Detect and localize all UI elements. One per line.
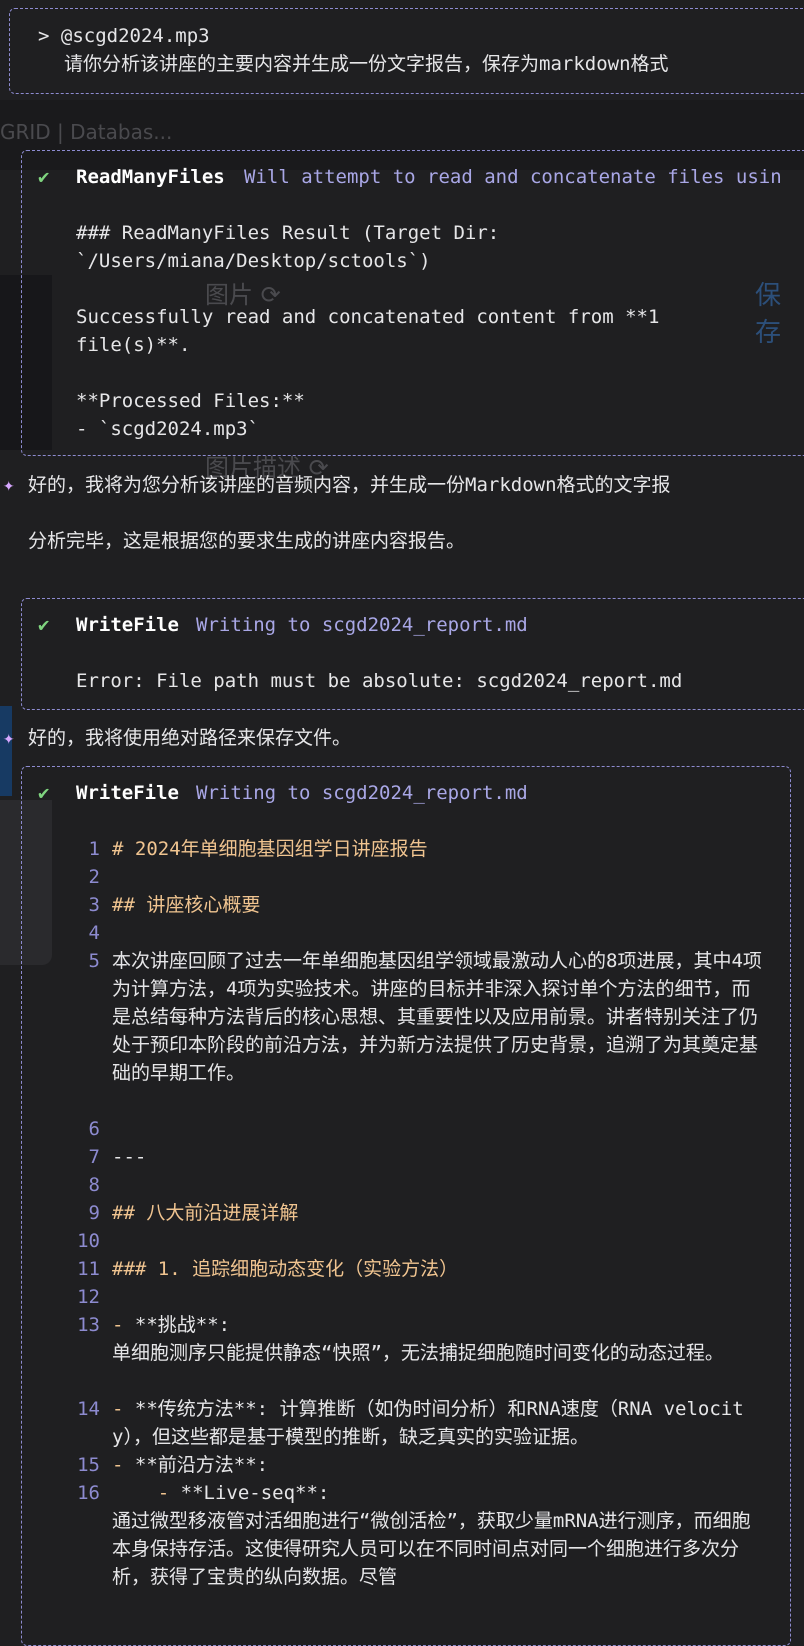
line-number: 16 [77,1482,100,1504]
code-line: ## 八大前沿进展详解 [112,1202,299,1224]
tool2-error: Error: File path must be absolute: scgd2… [76,670,683,692]
check-icon: ✔ [38,614,50,636]
prompt-text: 请你分析该讲座的主要内容并生成一份文字报告，保存为markdown格式 [64,53,669,75]
code-line: - **传统方法**: 计算推断（如伪时间分析）和RNA速度（RNA veloc… [112,1395,762,1451]
bullet-text: **前沿方法**: [134,1454,269,1476]
assistant-message: 好的，我将为您分析该讲座的音频内容，并生成一份Markdown格式的文字报 [28,474,671,496]
code-line: # 2024年单细胞基因组学日讲座报告 [112,838,428,860]
sparkle-icon: ✦ [3,727,15,749]
code-line: 本次讲座回顾了过去一年单细胞基因组学领域最激动人心的8项进展，其中4项为计算方法… [112,950,762,1084]
tool1-name: ReadManyFiles [76,166,225,188]
tool1-line: file(s)**. [76,334,191,356]
tool3-desc: Writing to scgd2024_report.md [196,782,528,804]
code-line: ### 1. 追踪细胞动态变化（实验方法） [112,1258,459,1280]
line-number: 10 [77,1230,100,1252]
tool1-desc: Will attempt to read and concatenate fil… [244,166,782,188]
line-number: 13 [77,1314,100,1336]
assistant-message: 好的，我将使用绝对路径来保存文件。 [28,727,352,749]
line-number: 12 [77,1286,100,1308]
bullet-continuation: 单细胞测序只能提供静态“快照”，无法捕捉细胞随时间变化的动态过程。 [112,1342,724,1364]
prompt-mention: > @scgd2024.mp3 [38,25,210,47]
line-number: 2 [88,866,100,888]
line-number: 9 [88,1202,100,1224]
check-icon: ✔ [38,166,50,188]
bullet-marker: - [112,1454,135,1476]
tool2-desc: Writing to scgd2024_report.md [196,614,528,636]
code-line: - **Live-seq**: 通过微型移液管对活细胞进行“微创活检”，获取少量m… [112,1479,762,1591]
tool3-name: WriteFile [76,782,179,804]
tool2-name: WriteFile [76,614,179,636]
line-number: 7 [88,1146,100,1168]
tool1-line: `/Users/miana/Desktop/sctools`) [76,250,431,272]
tool1-row: ✔ [38,163,49,191]
check-icon: ✔ [38,782,50,804]
bullet-text: **Live-seq**: [180,1482,330,1504]
line-number: 6 [88,1118,100,1140]
line-number: 3 [88,894,100,916]
line-number: 5 [88,950,100,972]
line-number: 15 [77,1454,100,1476]
bullet-text: **传统方法**: 计算推断（如伪时间分析）和RNA速度（RNA velocit… [112,1398,744,1448]
tool1-line: ### ReadManyFiles Result (Target Dir: [76,222,500,244]
bullet-marker: - [112,1398,135,1420]
code-line: --- [112,1146,147,1168]
line-number: 8 [88,1174,100,1196]
bullet-marker: - [112,1482,181,1504]
line-number: 4 [88,922,100,944]
bullet-continuation: 通过微型移液管对活细胞进行“微创活检”，获取少量mRNA进行测序，而细胞本身保持… [112,1510,751,1588]
line-number: 1 [88,838,100,860]
tool1-line: - `scgd2024.mp3` [76,418,260,440]
code-line: - **挑战**: 单细胞测序只能提供静态“快照”，无法捕捉细胞随时间变化的动态过… [112,1311,762,1367]
code-line: ## 讲座核心概要 [112,894,261,916]
bullet-text: **挑战**: [134,1314,231,1336]
assistant-message: 分析完毕，这是根据您的要求生成的讲座内容报告。 [28,530,466,552]
code-line: - **前沿方法**: [112,1451,762,1479]
sparkle-icon: ✦ [3,474,15,496]
line-number: 11 [77,1258,100,1280]
line-number: 14 [77,1398,100,1420]
tool1-line: **Processed Files:** [76,390,305,412]
tool1-line: Successfully read and concatenated conte… [76,306,660,328]
bullet-marker: - [112,1314,135,1336]
